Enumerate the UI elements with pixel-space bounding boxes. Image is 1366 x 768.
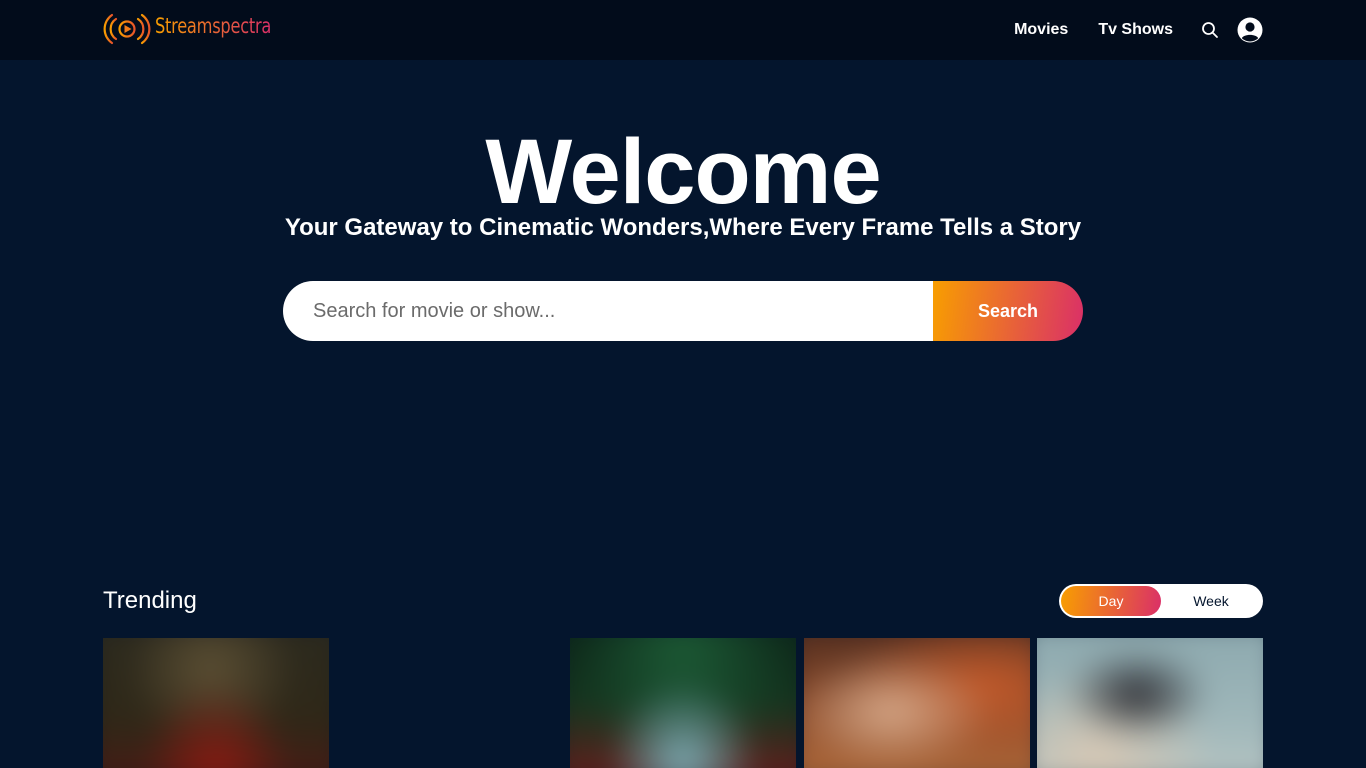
top-header: Streamspectra Movies Tv Shows	[0, 0, 1366, 60]
brand-name: Streamspectra	[155, 14, 272, 38]
hero-subtitle: Your Gateway to Cinematic Wonders,Where …	[284, 214, 1082, 241]
user-icon[interactable]	[1237, 17, 1263, 43]
brand-logo[interactable]: Streamspectra	[103, 11, 290, 47]
tab-day[interactable]: Day	[1061, 586, 1161, 616]
poster-image	[1037, 638, 1263, 768]
poster-image	[570, 638, 796, 768]
hero-banner: Welcome Your Gateway to Cinematic Wonder…	[0, 60, 1366, 520]
hero-search-bar: Search	[283, 281, 1083, 341]
search-button[interactable]: Search	[933, 281, 1083, 341]
trending-title: Trending	[103, 587, 197, 614]
hero-title: Welcome	[485, 121, 881, 223]
time-window-switch: Day Week	[1059, 584, 1263, 618]
poster-image	[804, 638, 1030, 768]
trending-card[interactable]	[103, 638, 329, 768]
nav-tv-shows[interactable]: Tv Shows	[1098, 21, 1173, 39]
broadcast-play-icon	[103, 13, 151, 45]
tab-week[interactable]: Week	[1161, 586, 1261, 616]
nav-movies[interactable]: Movies	[1014, 21, 1068, 39]
search-input[interactable]	[283, 281, 933, 341]
search-icon[interactable]	[1201, 21, 1219, 39]
trending-card[interactable]	[570, 638, 796, 768]
main-nav: Movies Tv Shows	[1014, 15, 1263, 45]
poster-image	[103, 638, 329, 768]
trending-carousel	[103, 638, 1263, 768]
trending-card[interactable]	[1037, 638, 1263, 768]
trending-card[interactable]	[804, 638, 1030, 768]
